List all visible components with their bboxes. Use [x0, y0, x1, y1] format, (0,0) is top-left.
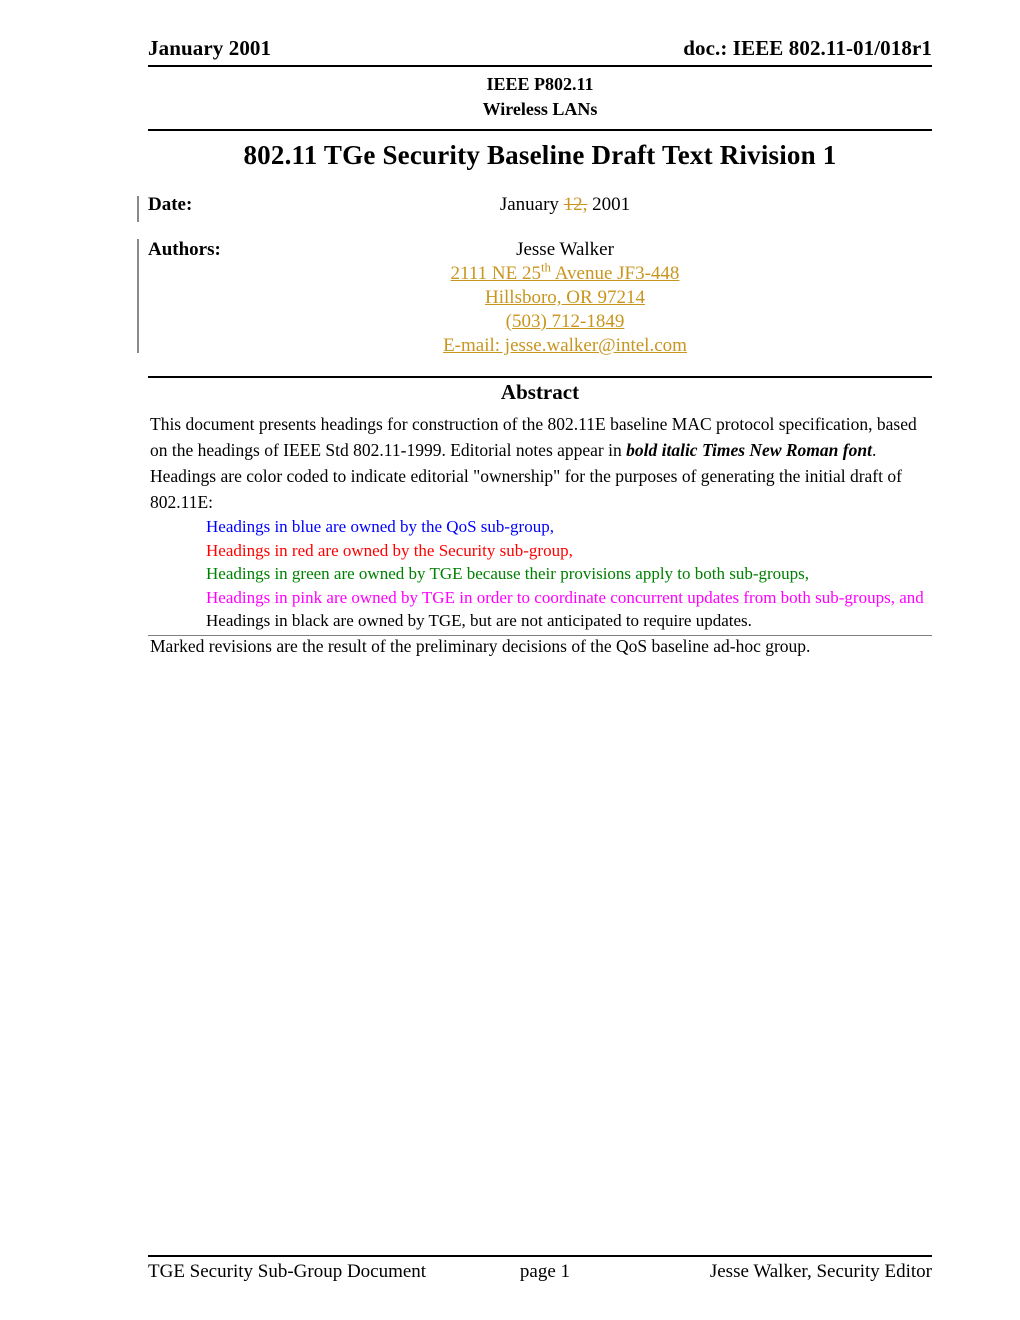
date-value: January 12, 2001 — [338, 193, 932, 217]
change-bar-date — [137, 196, 139, 222]
header-date: January 2001 — [148, 36, 272, 60]
list-item: Headings in black are owned by TGE, but … — [206, 609, 932, 633]
date-suffix: 2001 — [587, 194, 631, 215]
abstract-top-rule — [148, 376, 932, 378]
address-street-number: 2111 NE 25 — [450, 263, 541, 284]
footer-page-number: page 1 — [519, 1261, 571, 1282]
abstract-body: This document presents headings for cons… — [150, 411, 932, 659]
address-street-rest: Avenue JF3-448 — [551, 263, 680, 284]
meta-row-date: Date: January 12, 2001 — [148, 193, 932, 217]
author-address-line-1: 2111 NE 25th Avenue JF3-448 — [338, 259, 792, 286]
color-item-blue: Headings in blue are owned by the QoS su… — [206, 517, 554, 536]
author-phone: (503) 712-1849 — [505, 311, 625, 332]
masthead-line-2: Wireless LANs — [482, 99, 598, 119]
document-page: January 2001 doc.: IEEE 802.11-01/018r1 … — [0, 0, 1020, 1320]
list-item: Headings in blue are owned by the QoS su… — [206, 515, 932, 539]
masthead-rule — [148, 129, 932, 131]
address-ordinal-suffix: th — [540, 259, 552, 275]
running-header: January 2001 doc.: IEEE 802.11-01/018r1 — [148, 36, 932, 61]
header-doc-number: doc.: IEEE 802.11-01/018r1 — [683, 36, 932, 60]
list-item: Headings in pink are owned by TGE in ord… — [206, 586, 932, 610]
color-item-green: Headings in green are owned by TGE becau… — [206, 564, 810, 583]
footer-right-text: Jesse Walker, Security Editor — [709, 1261, 932, 1282]
abstract-paragraph-1: This document presents headings for cons… — [150, 411, 932, 515]
authors-value: Jesse Walker 2111 NE 25th Avenue JF3-448… — [338, 238, 932, 358]
author-email: E-mail: jesse.walker@intel.com — [443, 335, 687, 356]
abstract-paragraph-2: Marked revisions are the result of the p… — [150, 635, 811, 656]
abstract-bottom-rule — [148, 635, 932, 636]
color-item-red: Headings in red are owned by the Securit… — [206, 540, 573, 560]
date-prefix: January — [499, 194, 564, 215]
masthead-line-1: IEEE P802.11 — [486, 74, 594, 94]
header-rule — [148, 65, 932, 67]
list-item: Headings in red are owned by the Securit… — [206, 539, 932, 563]
running-footer: TGE Security Sub-Group Document page 1 J… — [148, 1261, 932, 1283]
date-deleted-text: 12, — [563, 194, 588, 215]
footer-rule — [148, 1255, 932, 1257]
meta-block: Date: January 12, 2001 Authors: Jesse Wa… — [148, 193, 932, 358]
meta-row-authors: Authors: Jesse Walker 2111 NE 25th Avenu… — [148, 238, 932, 358]
color-code-list: Headings in blue are owned by the QoS su… — [150, 515, 932, 633]
page-title: 802.11 TGe Security Baseline Draft Text … — [243, 140, 837, 170]
abstract-heading: Abstract — [500, 380, 580, 404]
author-name: Jesse Walker — [516, 239, 614, 260]
change-bar-authors — [137, 239, 139, 353]
footer-left-text: TGE Security Sub-Group Document — [148, 1261, 427, 1282]
color-item-pink: Headings in pink are owned by TGE in ord… — [206, 587, 924, 607]
authors-label: Authors: — [148, 239, 221, 260]
list-item: Headings in green are owned by TGE becau… — [206, 562, 932, 586]
abstract-para1-emphasis: bold italic Times New Roman font — [626, 440, 872, 460]
author-address-line-2: Hillsboro, OR 97214 — [485, 287, 645, 308]
color-item-black: Headings in black are owned by TGE, but … — [206, 611, 752, 630]
masthead: IEEE P802.11 Wireless LANs — [148, 72, 932, 122]
date-label: Date: — [148, 194, 193, 215]
